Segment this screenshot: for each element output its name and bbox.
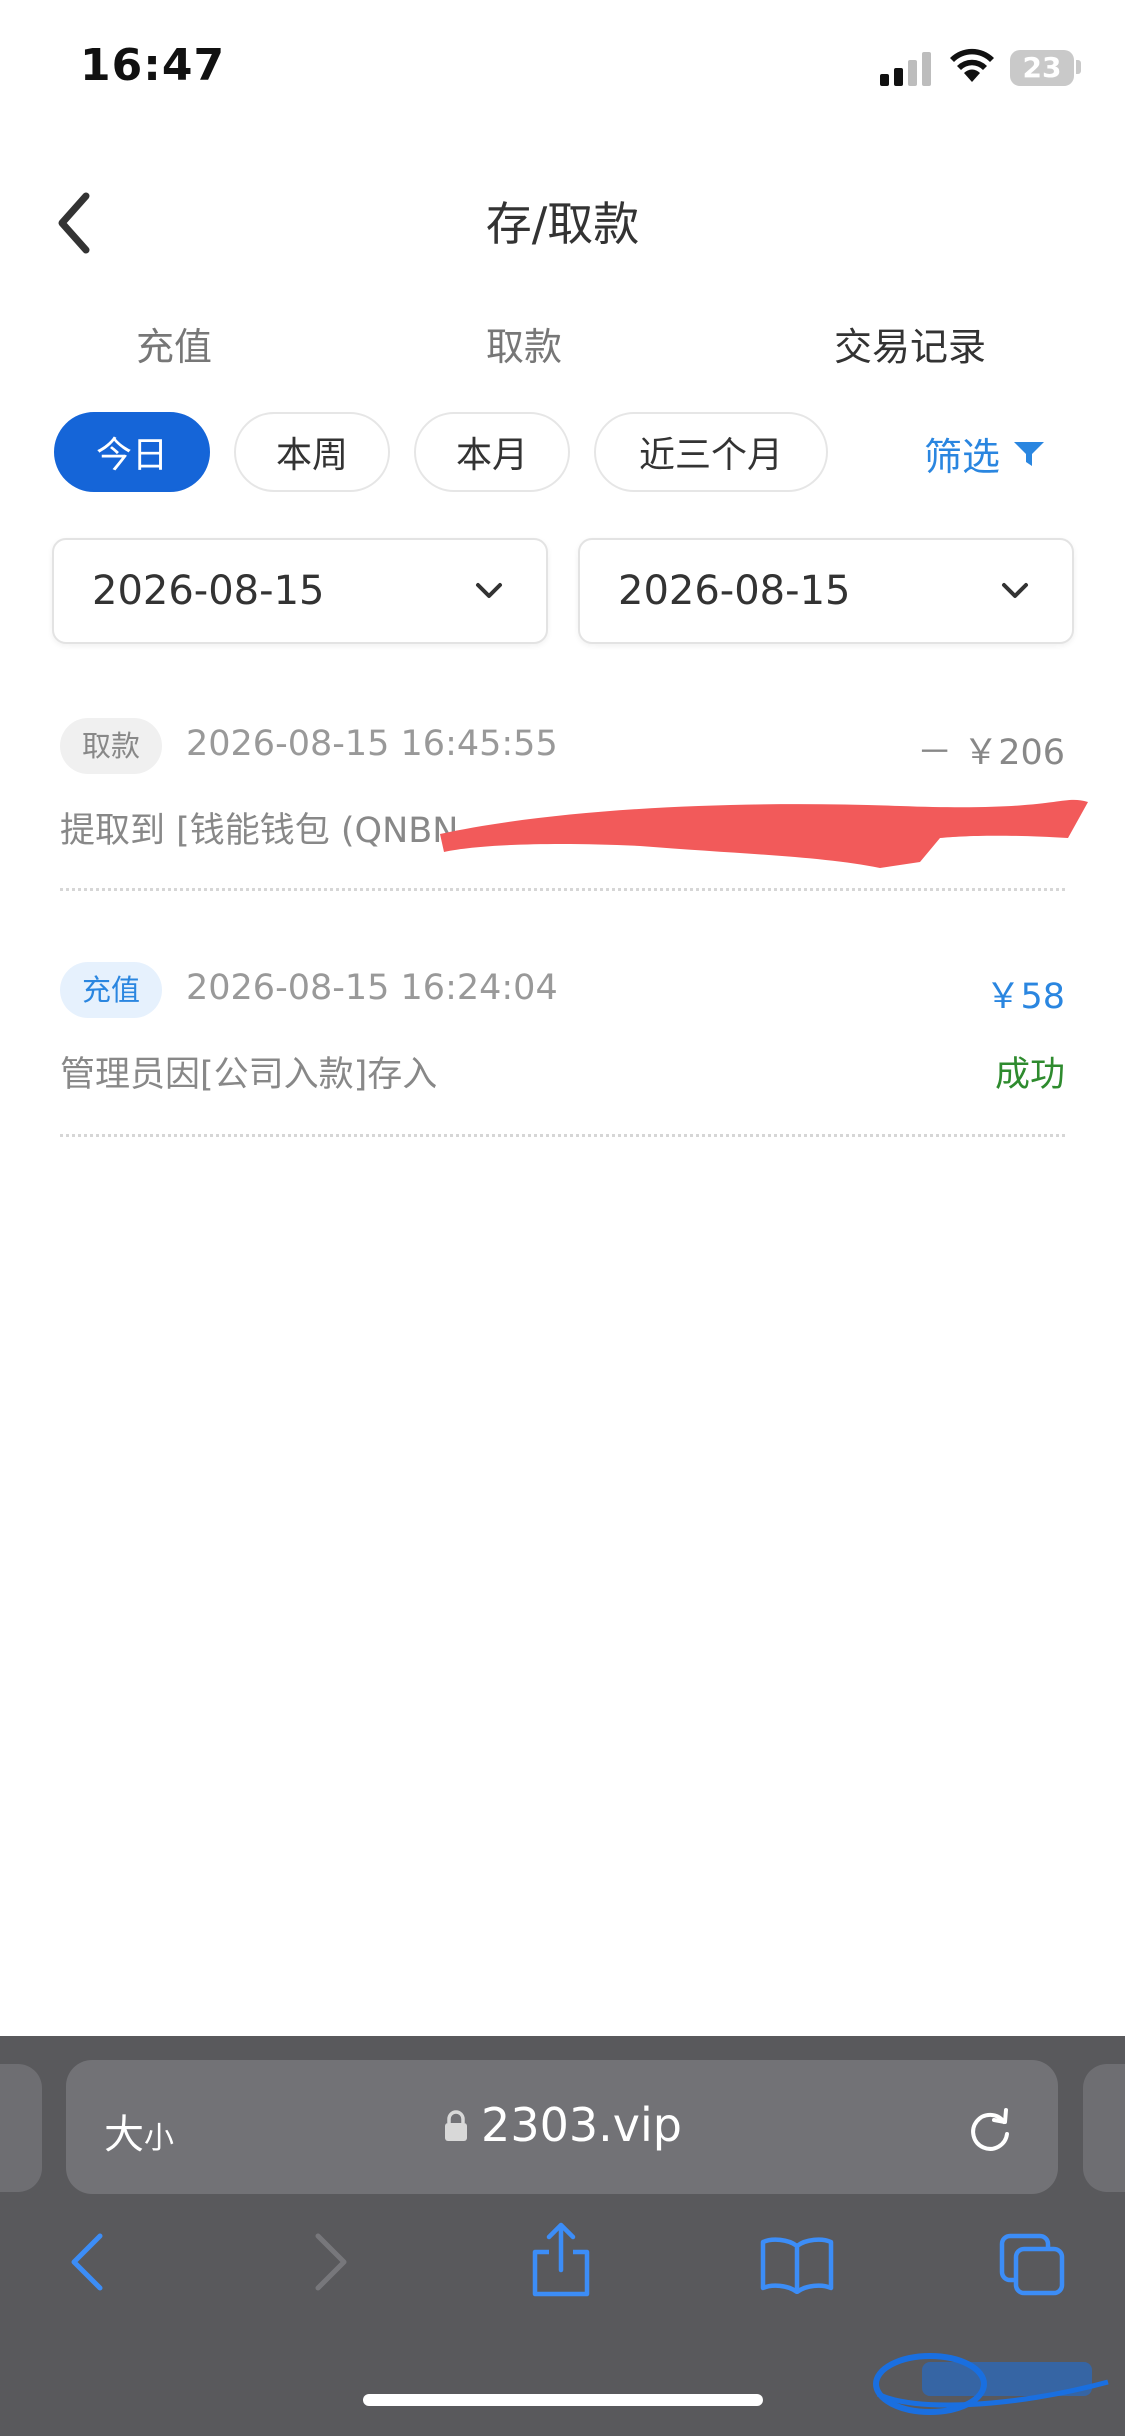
tab-deposit[interactable]: 充值 <box>136 316 212 371</box>
cellular-signal-icon <box>880 50 936 86</box>
tabs-button[interactable] <box>998 2232 1068 2302</box>
tab-transactions[interactable]: 交易记录 <box>834 316 986 371</box>
browser-forward-button[interactable] <box>308 2230 352 2298</box>
chevron-left-icon <box>71 2233 103 2291</box>
url-display[interactable]: 2303.vip <box>0 2098 1125 2152</box>
url-text: 2303.vip <box>481 2098 682 2152</box>
page-title: 存/取款 <box>485 197 640 251</box>
redaction-scribble <box>440 799 1088 868</box>
list-item[interactable]: 充值 <box>60 962 163 1018</box>
chevron-right-icon <box>315 2233 347 2291</box>
start-date-value: 2026-08-15 <box>92 568 325 614</box>
share-button[interactable] <box>530 2222 592 2302</box>
record-type-badge: 取款 <box>60 718 163 774</box>
chevron-down-icon <box>476 583 502 598</box>
reload-icon <box>971 2108 1009 2151</box>
status-time: 16:47 <box>80 40 226 91</box>
record-amount: － ￥206 <box>917 733 1065 773</box>
period-month-chip[interactable]: 本月 <box>414 412 570 492</box>
tab-withdraw[interactable]: 取款 <box>486 316 562 371</box>
book-icon <box>760 2237 834 2295</box>
browser-back-button[interactable] <box>66 2230 110 2298</box>
record-amount: ￥58 <box>985 977 1065 1017</box>
bookmarks-button[interactable] <box>760 2236 834 2298</box>
tabs-icon <box>999 2233 1065 2296</box>
record-time: 2026-08-15 16:24:04 <box>186 968 558 1008</box>
home-indicator <box>363 2394 763 2406</box>
chevron-down-icon <box>1002 583 1028 598</box>
record-time: 2026-08-15 16:45:55 <box>186 724 558 764</box>
record-description: 提取到 [钱能钱包 (QNBN <box>60 811 459 851</box>
list-item[interactable]: 取款 <box>60 718 163 774</box>
filter-button[interactable]: 筛选 <box>924 426 1046 481</box>
period-today-chip[interactable]: 今日 <box>54 412 210 492</box>
start-date-select[interactable]: 2026-08-15 <box>52 538 548 644</box>
filter-label: 筛选 <box>924 435 1001 479</box>
reload-button[interactable] <box>964 2104 1016 2160</box>
divider <box>60 1134 1065 1137</box>
lock-icon <box>445 2110 468 2141</box>
watermark-logo <box>872 2348 1112 2422</box>
record-type-badge: 充值 <box>60 962 163 1018</box>
period-three-months-chip[interactable]: 近三个月 <box>594 412 828 492</box>
status-badge: 成功 <box>994 1055 1065 1095</box>
divider <box>60 888 1065 891</box>
end-date-value: 2026-08-15 <box>618 568 851 614</box>
battery-icon: 23 <box>1010 50 1074 86</box>
record-description: 管理员因[公司入款]存入 <box>60 1055 438 1095</box>
period-week-chip[interactable]: 本周 <box>234 412 390 492</box>
funnel-icon <box>1014 441 1045 466</box>
wifi-icon <box>950 48 994 88</box>
battery-tip <box>1076 60 1081 74</box>
end-date-select[interactable]: 2026-08-15 <box>578 538 1074 644</box>
share-icon <box>532 2222 590 2297</box>
